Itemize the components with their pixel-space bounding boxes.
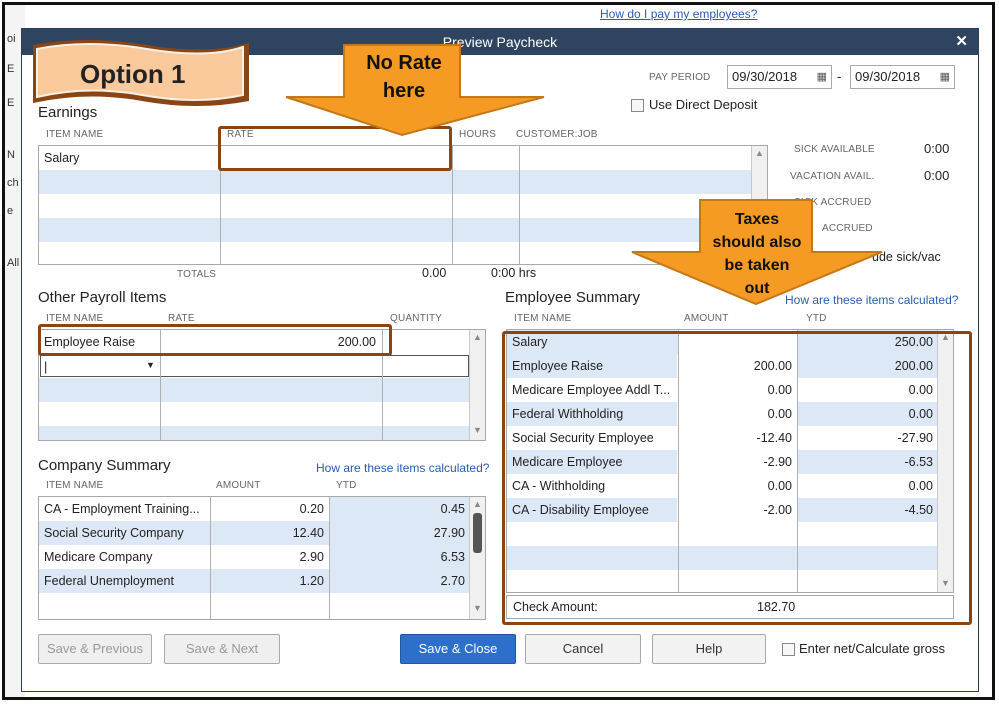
- help-button[interactable]: Help: [652, 634, 766, 664]
- table-row[interactable]: [39, 378, 485, 402]
- sick-available-label: SICK AVAILABLE: [794, 144, 875, 155]
- option-label: Option 1: [80, 59, 186, 89]
- table-row[interactable]: [39, 402, 485, 426]
- chevron-down-icon[interactable]: ▼: [146, 360, 155, 370]
- scroll-up-icon[interactable]: ▲: [473, 499, 482, 509]
- company-summary-table: CA - Employment Training... 0.20 0.45 So…: [38, 496, 486, 620]
- table-row: Social Security Company 12.40 27.90: [39, 521, 485, 545]
- table-row[interactable]: | ▼: [39, 354, 485, 378]
- scroll-up-icon[interactable]: ▲: [473, 332, 482, 342]
- direct-deposit-checkbox[interactable]: [631, 99, 644, 112]
- item-dropdown[interactable]: | ▼: [40, 355, 469, 377]
- background-help-link[interactable]: How do I pay my employees?: [600, 7, 757, 21]
- employee-raise-highlight-box: [38, 324, 392, 356]
- calendar-icon[interactable]: ▦: [817, 66, 827, 88]
- net-gross-label: Enter net/Calculate gross: [799, 641, 945, 656]
- other-scrollbar[interactable]: ▲ ▼: [469, 330, 485, 440]
- company-calc-help-link[interactable]: How are these items calculated?: [316, 461, 489, 475]
- pay-period-label: PAY PERIOD: [649, 72, 711, 83]
- save-close-button[interactable]: Save & Close: [400, 634, 516, 664]
- employee-col-ytd: YTD: [806, 313, 827, 324]
- company-col-ytd: YTD: [336, 480, 357, 491]
- table-row: CA - Employment Training... 0.20 0.45: [39, 497, 485, 521]
- other-col-item: ITEM NAME: [46, 313, 104, 324]
- calendar-icon[interactable]: ▦: [940, 66, 950, 88]
- taxes-text: Taxes should also be taken out: [712, 211, 802, 297]
- company-col-amount: AMOUNT: [216, 480, 261, 491]
- save-next-button[interactable]: Save & Next: [164, 634, 280, 664]
- scroll-down-icon[interactable]: ▼: [473, 425, 482, 435]
- company-scrollbar[interactable]: ▲ ▼: [469, 497, 485, 619]
- other-col-quantity: QUANTITY: [390, 313, 443, 324]
- company-col-item: ITEM NAME: [46, 480, 104, 491]
- employee-summary-highlight-box: [502, 331, 972, 625]
- earnings-col-item: ITEM NAME: [46, 129, 104, 140]
- cancel-button[interactable]: Cancel: [525, 634, 641, 664]
- scroll-thumb[interactable]: [473, 513, 482, 553]
- company-summary-title: Company Summary: [38, 457, 171, 474]
- other-payroll-title: Other Payroll Items: [38, 289, 167, 306]
- totals-hours: 0:00 hrs: [491, 266, 537, 280]
- close-icon[interactable]: ✕: [955, 29, 968, 55]
- table-row: Medicare Company 2.90 6.53: [39, 545, 485, 569]
- table-row: [39, 593, 485, 617]
- table-row[interactable]: [39, 170, 767, 194]
- totals-rate: 0.00: [422, 266, 447, 280]
- table-row: Federal Unemployment 1.20 2.70: [39, 569, 485, 593]
- totals-label: TOTALS: [177, 269, 217, 280]
- vacation-avail-label: VACATION AVAIL.: [790, 171, 875, 182]
- pay-period-end-field[interactable]: 09/30/2018 ▦: [850, 65, 955, 89]
- no-rate-text: No Rate here: [366, 52, 442, 102]
- employee-col-item: ITEM NAME: [514, 313, 572, 324]
- sick-available-value: 0:00: [924, 141, 950, 156]
- net-gross-checkbox[interactable]: [782, 643, 795, 656]
- pay-period-separator: -: [837, 69, 842, 84]
- direct-deposit-label: Use Direct Deposit: [649, 97, 758, 112]
- screenshot-frame: oi E E N ch e All How do I pay my employ…: [2, 2, 995, 700]
- vacation-avail-value: 0:00: [924, 168, 950, 183]
- employee-summary-title: Employee Summary: [505, 289, 641, 306]
- pay-period-start-field[interactable]: 09/30/2018 ▦: [727, 65, 832, 89]
- employee-col-amount: AMOUNT: [684, 313, 729, 324]
- scroll-up-icon[interactable]: ▲: [755, 148, 764, 158]
- table-row[interactable]: [39, 426, 485, 440]
- earnings-item-cell[interactable]: Salary: [39, 146, 219, 170]
- scroll-down-icon[interactable]: ▼: [473, 603, 482, 613]
- save-previous-button[interactable]: Save & Previous: [38, 634, 152, 664]
- other-col-rate: RATE: [168, 313, 195, 324]
